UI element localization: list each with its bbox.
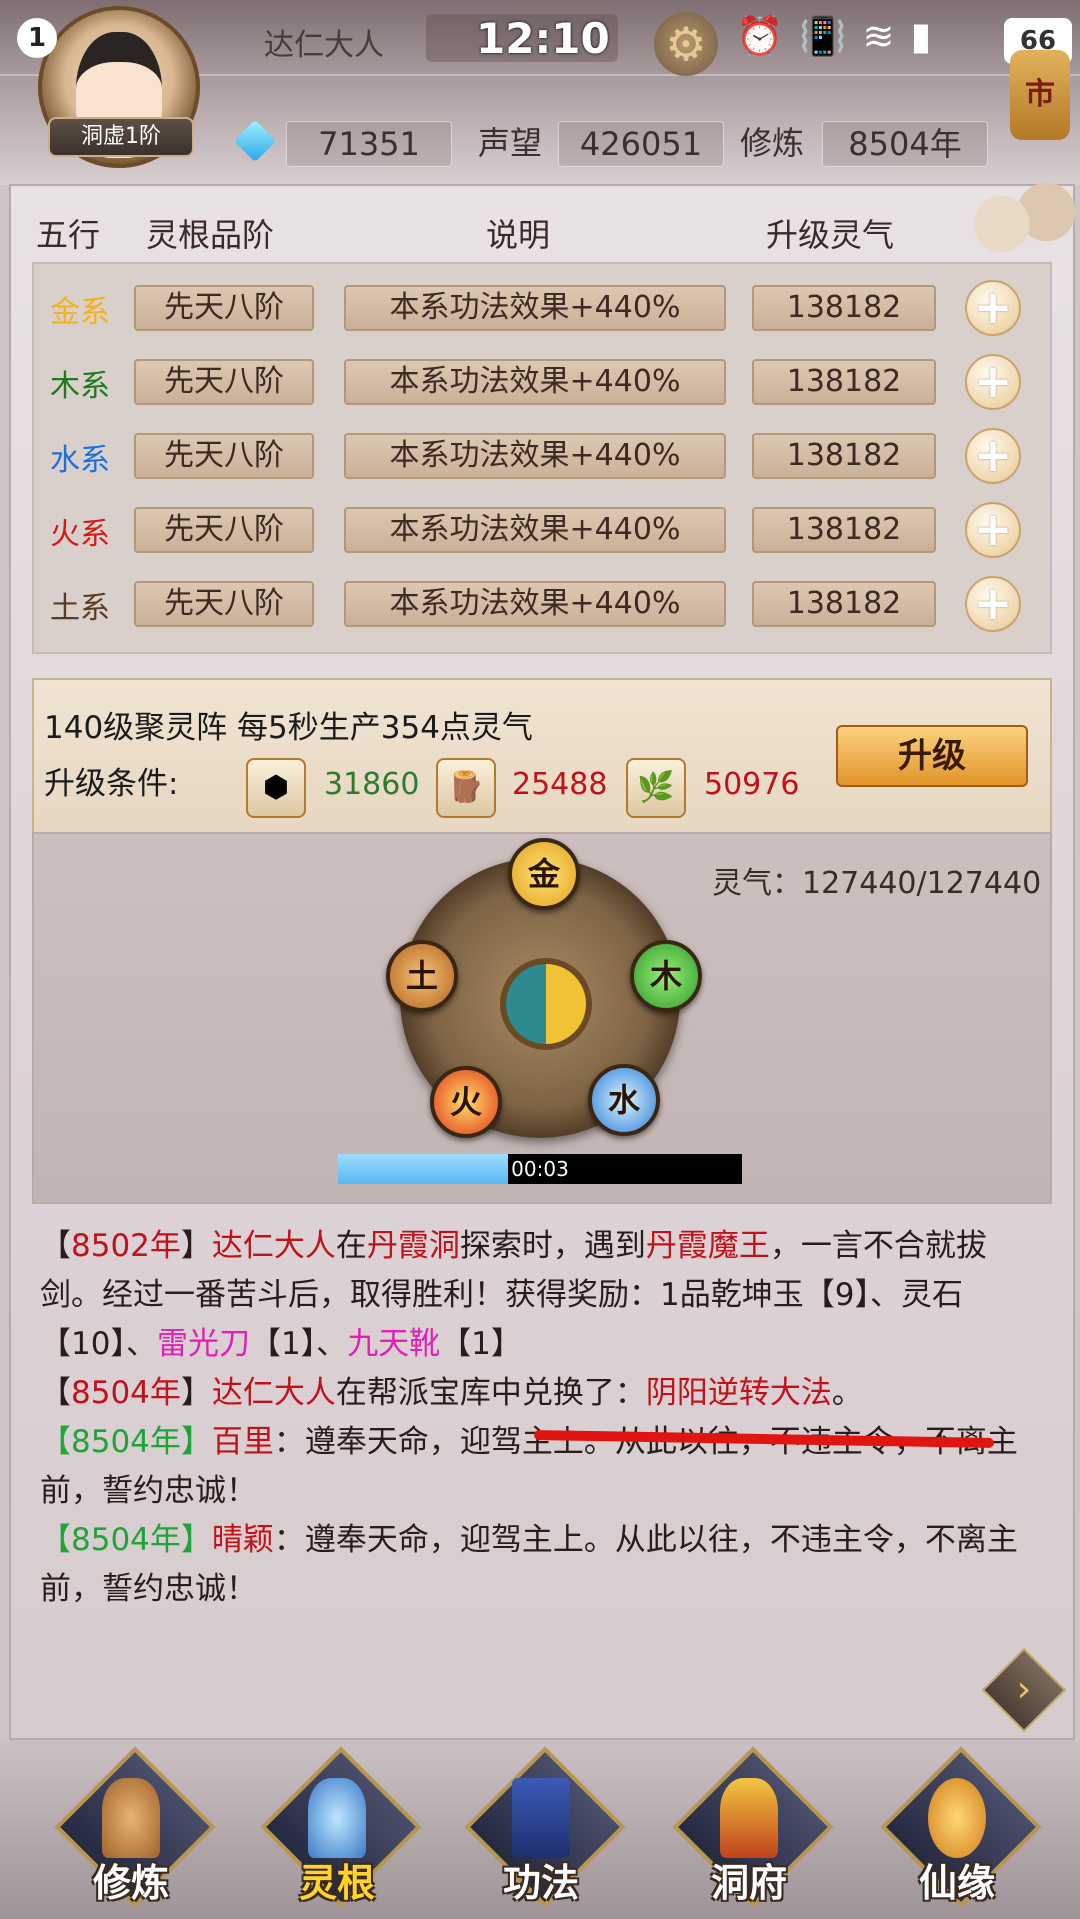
cost-cell: 138182 (752, 359, 936, 405)
metal-orb[interactable]: 金 (508, 838, 580, 910)
stone-icon: ⬢ (246, 758, 306, 818)
log-item: 九天靴 (347, 1326, 441, 1362)
nav-label: 修炼 (92, 1861, 169, 1905)
cloud-ornament (968, 176, 1080, 256)
water-orb[interactable]: 水 (588, 1064, 660, 1136)
log-year: 8504年 (71, 1424, 181, 1460)
log-place: 丹霞洞 (366, 1228, 460, 1264)
log-item: 阴阳逆转大法 (645, 1375, 832, 1411)
upgrade-plus-button[interactable]: + (965, 576, 1021, 632)
effect-cell: 本系功法效果+440% (344, 581, 726, 627)
meditating-monk-icon (102, 1778, 160, 1858)
nav-label: 功法 (502, 1861, 579, 1905)
upgrade-plus-button[interactable]: + (965, 280, 1021, 336)
nav-spirit-root[interactable]: 灵根 (260, 1746, 422, 1910)
log-entry: 【8504年】达仁大人在帮派宝库中兑换了：阴阳逆转大法。 (40, 1375, 863, 1411)
upgrade-button[interactable]: 升级 (836, 725, 1028, 787)
cost-cell: 138182 (752, 507, 936, 553)
upgrade-plus-button[interactable]: + (965, 502, 1021, 558)
notification-badge: 1 (17, 18, 57, 58)
stone-amount: 31860 (324, 767, 420, 802)
element-label-wood: 木系 (50, 369, 110, 404)
element-label-metal: 金系 (50, 295, 110, 330)
effect-cell: 本系功法效果+440% (344, 507, 726, 553)
pagoda-icon (720, 1778, 778, 1858)
log-year: 8504年 (71, 1375, 181, 1411)
log-player: 达仁大人 (211, 1228, 336, 1264)
realm-badge: 洞虚1阶 (48, 117, 194, 157)
log-year: 8504年 (71, 1522, 181, 1558)
progress-timer: 00:03 (511, 1157, 569, 1181)
element-label-fire: 火系 (50, 517, 110, 552)
cultivation-value: 8504年 (822, 121, 988, 167)
fire-orb[interactable]: 火 (430, 1066, 502, 1138)
cost-cell: 138182 (752, 581, 936, 627)
status-icons: ⏰📳≋▮ (736, 14, 948, 58)
wood-orb[interactable]: 木 (630, 940, 702, 1012)
log-entry: 【8504年】晴颖：遵奉天命，迎驾主上。从此以往，不违主令，不离主前，誓约忠诚！ (40, 1522, 1018, 1607)
cost-cell: 138182 (752, 433, 936, 479)
header-upgrade-qi: 升级灵气 (766, 216, 895, 254)
log-follower: 晴颖 (211, 1522, 274, 1558)
log-player: 达仁大人 (211, 1375, 336, 1411)
upgrade-condition-label: 升级条件: (44, 766, 179, 802)
status-clock: 12:10 (476, 14, 610, 63)
reputation-value: 426051 (558, 121, 724, 167)
element-label-water: 水系 (50, 443, 110, 478)
log-boss: 丹霞魔王 (645, 1228, 770, 1264)
gems-value: 71351 (286, 121, 452, 167)
nav-technique[interactable]: 功法 (464, 1746, 626, 1910)
log-year: 8502年 (71, 1228, 181, 1264)
wood-amount: 25488 (512, 767, 608, 802)
herb-icon: 🌿 (626, 758, 686, 818)
nav-label: 仙缘 (918, 1861, 995, 1905)
nav-label: 灵根 (298, 1861, 375, 1905)
header-description: 说明 (486, 216, 551, 254)
upgrade-plus-button[interactable]: + (965, 428, 1021, 484)
cultivation-label: 修炼 (740, 124, 805, 162)
gourd-icon (928, 1778, 986, 1858)
grade-cell: 先天八阶 (134, 581, 314, 627)
spirit-array-title: 140级聚灵阵 每5秒生产354点灵气 (44, 710, 533, 746)
earth-orb[interactable]: 土 (386, 940, 458, 1012)
nav-immortal-fate[interactable]: 仙缘 (880, 1746, 1042, 1910)
log-entry: 【8502年】达仁大人在丹霞洞探索时，遇到丹霞魔王，一言不合就拔剑。经过一番苦斗… (40, 1228, 987, 1362)
nav-label: 洞府 (710, 1861, 787, 1905)
log-item: 雷光刀 (156, 1326, 250, 1362)
grade-cell: 先天八阶 (134, 285, 314, 331)
reputation-label: 声望 (478, 124, 543, 162)
grade-cell: 先天八阶 (134, 433, 314, 479)
log-follower: 百里 (211, 1424, 274, 1460)
herb-amount: 50976 (704, 767, 800, 802)
effect-cell: 本系功法效果+440% (344, 285, 726, 331)
element-label-earth: 土系 (50, 591, 110, 626)
grade-cell: 先天八阶 (134, 507, 314, 553)
qi-readout: 灵气：127440/127440 (712, 866, 1042, 901)
upgrade-plus-button[interactable]: + (965, 354, 1021, 410)
nav-cave-mansion[interactable]: 洞府 (672, 1746, 834, 1910)
spirit-sword-icon (308, 1778, 366, 1858)
yinyang-icon[interactable] (500, 958, 592, 1050)
effect-cell: 本系功法效果+440% (344, 359, 726, 405)
nav-cultivate[interactable]: 修炼 (54, 1746, 216, 1910)
wood-icon: 🪵 (436, 758, 496, 818)
cost-cell: 138182 (752, 285, 936, 331)
settings-gear-icon[interactable]: ⚙ (654, 12, 718, 76)
player-name: 达仁大人 (264, 28, 384, 63)
header-grade: 灵根品阶 (146, 216, 275, 254)
effect-cell: 本系功法效果+440% (344, 433, 726, 479)
header-element: 五行 (36, 216, 101, 254)
market-lantern-button[interactable]: 市 (1010, 50, 1070, 140)
progress-bar: 00:03 (338, 1154, 742, 1184)
event-log: 【8502年】达仁大人在丹霞洞探索时，遇到丹霞魔王，一言不合就拔剑。经过一番苦斗… (40, 1222, 1040, 1614)
grade-cell: 先天八阶 (134, 359, 314, 405)
scripture-book-icon (512, 1778, 570, 1858)
